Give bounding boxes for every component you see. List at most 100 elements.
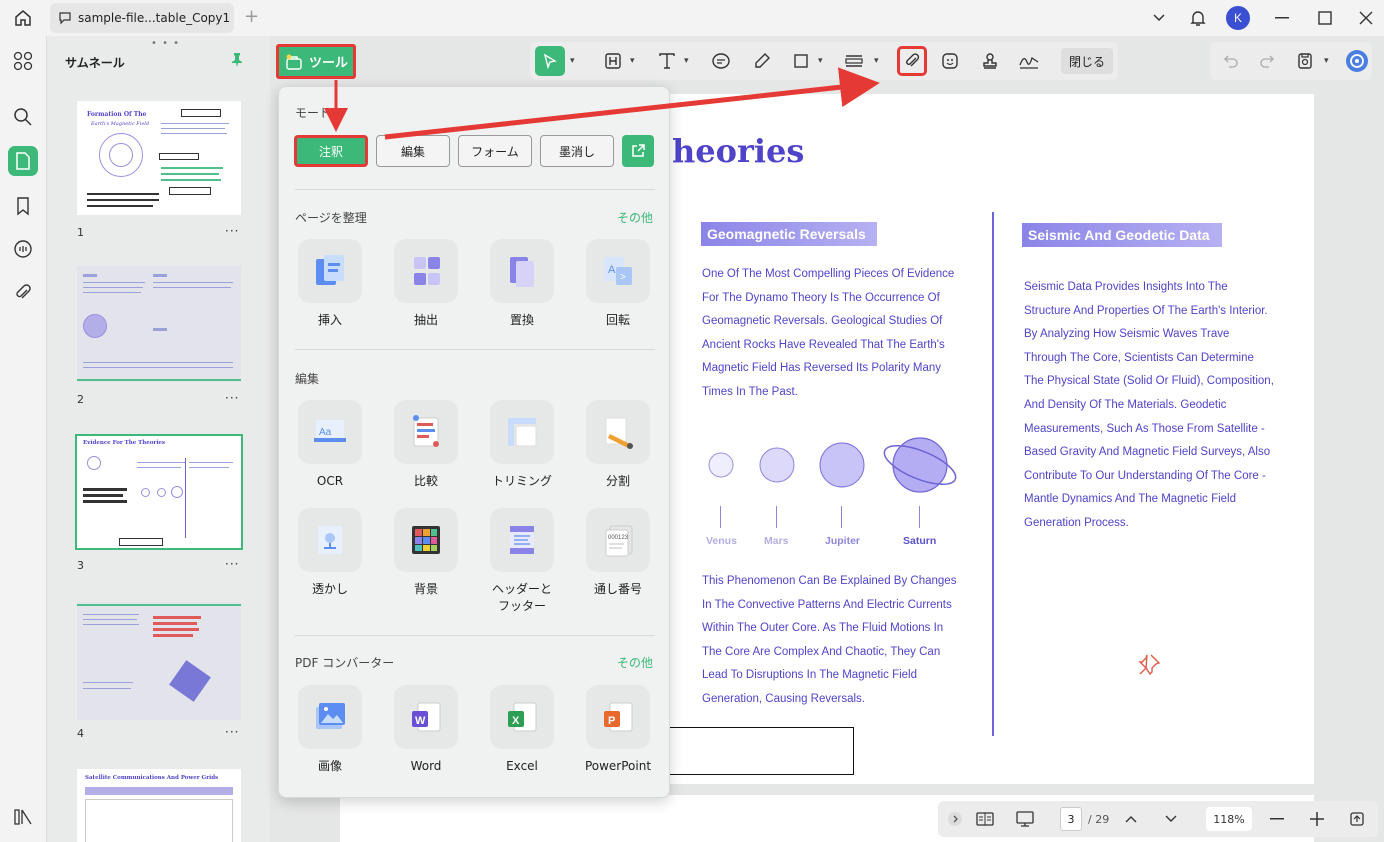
svg-text:>: > xyxy=(620,272,626,283)
undo-icon[interactable] xyxy=(1216,46,1246,76)
new-tab-button[interactable]: + xyxy=(244,8,259,26)
comments-icon[interactable] xyxy=(8,234,38,264)
convert-image-tile[interactable]: 画像 xyxy=(282,685,378,775)
page-thumbnail-4[interactable] xyxy=(77,602,241,720)
convert-powerpoint-tile[interactable]: P PowerPoint xyxy=(570,685,666,775)
tools-button[interactable]: ツール xyxy=(276,44,356,79)
zoom-in-icon[interactable] xyxy=(1306,807,1328,831)
organize-more-link[interactable]: その他 xyxy=(617,209,653,226)
mode-redact-button[interactable]: 墨消し xyxy=(540,135,614,167)
svg-text:000123: 000123 xyxy=(608,535,629,541)
page-thumbnail-3[interactable]: Evidence For The Theories xyxy=(75,434,243,550)
svg-text:W: W xyxy=(415,715,426,727)
previous-page-icon[interactable] xyxy=(1120,807,1142,831)
home-icon[interactable] xyxy=(10,6,36,30)
measure-tool-icon[interactable] xyxy=(839,46,869,76)
background-tile[interactable]: 背景 xyxy=(378,508,474,598)
avatar[interactable]: K xyxy=(1226,6,1250,30)
open-external-icon[interactable] xyxy=(622,135,654,167)
extract-page-tile[interactable]: 抽出 xyxy=(378,239,474,329)
maximize-icon[interactable] xyxy=(1313,6,1337,30)
split-tile[interactable]: 分割 xyxy=(570,400,666,490)
header-footer-tile[interactable]: ヘッダーと フッター xyxy=(474,508,570,615)
apps-icon[interactable] xyxy=(8,46,38,76)
minimize-icon[interactable] xyxy=(1270,6,1294,30)
thumb-line xyxy=(161,128,225,129)
text-line: Based Gravity And Magnetic Field Surveys… xyxy=(1024,446,1271,459)
select-tool-button[interactable] xyxy=(535,46,565,76)
chevron-down-icon[interactable] xyxy=(1148,6,1170,30)
shape-tool-icon[interactable] xyxy=(786,46,816,76)
section-badge-geomagnetic: Geomagnetic Reversals xyxy=(701,222,877,246)
converter-more-link[interactable]: その他 xyxy=(617,654,653,671)
save-icon[interactable] xyxy=(1290,46,1320,76)
pin-annotation-icon[interactable] xyxy=(1137,653,1161,680)
rectangle-annotation[interactable] xyxy=(668,727,854,775)
insert-page-label: 挿入 xyxy=(317,313,342,327)
thumbnails-icon[interactable] xyxy=(8,146,38,176)
text-line: For The Dynamo Theory Is The Occurrence … xyxy=(702,291,940,304)
page-layout-icon[interactable] xyxy=(972,807,998,831)
convert-word-tile[interactable]: W Word xyxy=(378,685,474,775)
text-line: The Core Are Complex And Chaotic, They C… xyxy=(702,645,941,658)
thumb-line xyxy=(161,167,223,169)
thumb-more-button[interactable]: ··· xyxy=(225,391,239,405)
expand-icon[interactable] xyxy=(946,807,964,831)
panel-grip[interactable]: • • • xyxy=(151,38,180,49)
signature-icon[interactable] xyxy=(1014,46,1044,76)
next-page-icon[interactable] xyxy=(1160,807,1182,831)
page-number-input[interactable]: 3 xyxy=(1060,807,1082,831)
thumb-diagram xyxy=(109,143,133,167)
divider xyxy=(295,189,655,190)
attachment-icon[interactable] xyxy=(8,278,38,308)
sidebar-toggle-icon[interactable] xyxy=(8,802,38,832)
zoom-level[interactable]: 118% xyxy=(1206,807,1252,831)
redo-icon[interactable] xyxy=(1252,46,1282,76)
page-thumbnail-2[interactable] xyxy=(77,266,241,382)
compare-tile[interactable]: 比較 xyxy=(378,400,474,490)
watermark-icon xyxy=(298,508,362,572)
close-toolbar-button[interactable]: 閉じる xyxy=(1061,48,1113,74)
convert-excel-tile[interactable]: X Excel xyxy=(474,685,570,775)
rotate-page-tile[interactable]: A > 回転 xyxy=(570,239,666,329)
attach-file-icon[interactable] xyxy=(897,46,927,76)
comment-tool-icon[interactable] xyxy=(706,46,736,76)
thumb-more-button[interactable]: ··· xyxy=(225,557,239,571)
mode-edit-button[interactable]: 編集 xyxy=(376,135,450,167)
bell-icon[interactable] xyxy=(1186,6,1210,30)
thumb-more-button[interactable]: ··· xyxy=(225,224,239,238)
bates-number-tile[interactable]: 000123 通し番号 xyxy=(570,508,666,598)
mode-form-button[interactable]: フォーム xyxy=(458,135,532,167)
chevron-down-icon[interactable]: ▾ xyxy=(570,56,575,66)
replace-page-tile[interactable]: 置換 xyxy=(474,239,570,329)
page-thumbnail-1[interactable]: Formation Of The Earth's Magnetic Field xyxy=(77,101,241,215)
insert-page-tile[interactable]: 挿入 xyxy=(282,239,378,329)
presentation-icon[interactable] xyxy=(1012,807,1038,831)
chevron-down-icon[interactable]: ▾ xyxy=(630,56,635,66)
close-window-icon[interactable] xyxy=(1354,6,1378,30)
text-tool-icon[interactable] xyxy=(652,46,682,76)
pen-tool-icon[interactable] xyxy=(747,46,777,76)
stamp-icon[interactable] xyxy=(975,46,1005,76)
chevron-down-icon[interactable]: ▾ xyxy=(1324,56,1329,66)
watermark-tile[interactable]: 透かし xyxy=(282,508,378,598)
crop-tile[interactable]: トリミング xyxy=(474,400,570,490)
search-icon[interactable] xyxy=(8,102,38,132)
bookmark-icon[interactable] xyxy=(8,191,38,221)
fit-page-icon[interactable] xyxy=(1346,807,1368,831)
pin-icon[interactable] xyxy=(229,52,245,71)
ocr-tile[interactable]: Aa OCR xyxy=(282,400,378,490)
highlight-tool-icon[interactable] xyxy=(598,46,628,76)
thumb-line xyxy=(83,500,127,503)
chevron-down-icon[interactable]: ▾ xyxy=(684,56,689,66)
thumb-more-button[interactable]: ··· xyxy=(225,725,239,739)
page-thumbnail-5[interactable]: Satellite Communications And Power Grids xyxy=(77,769,241,842)
zoom-out-icon[interactable] xyxy=(1266,807,1288,831)
sticker-icon[interactable] xyxy=(935,46,965,76)
chevron-down-icon[interactable]: ▾ xyxy=(818,56,823,66)
document-tab[interactable]: sample-file...table_Copy1 xyxy=(50,3,234,33)
chevron-down-icon[interactable]: ▾ xyxy=(874,56,879,66)
ai-assistant-icon[interactable] xyxy=(1342,46,1372,76)
thumb-line xyxy=(83,624,139,625)
mode-annotate-button[interactable]: 注釈 xyxy=(294,135,368,167)
